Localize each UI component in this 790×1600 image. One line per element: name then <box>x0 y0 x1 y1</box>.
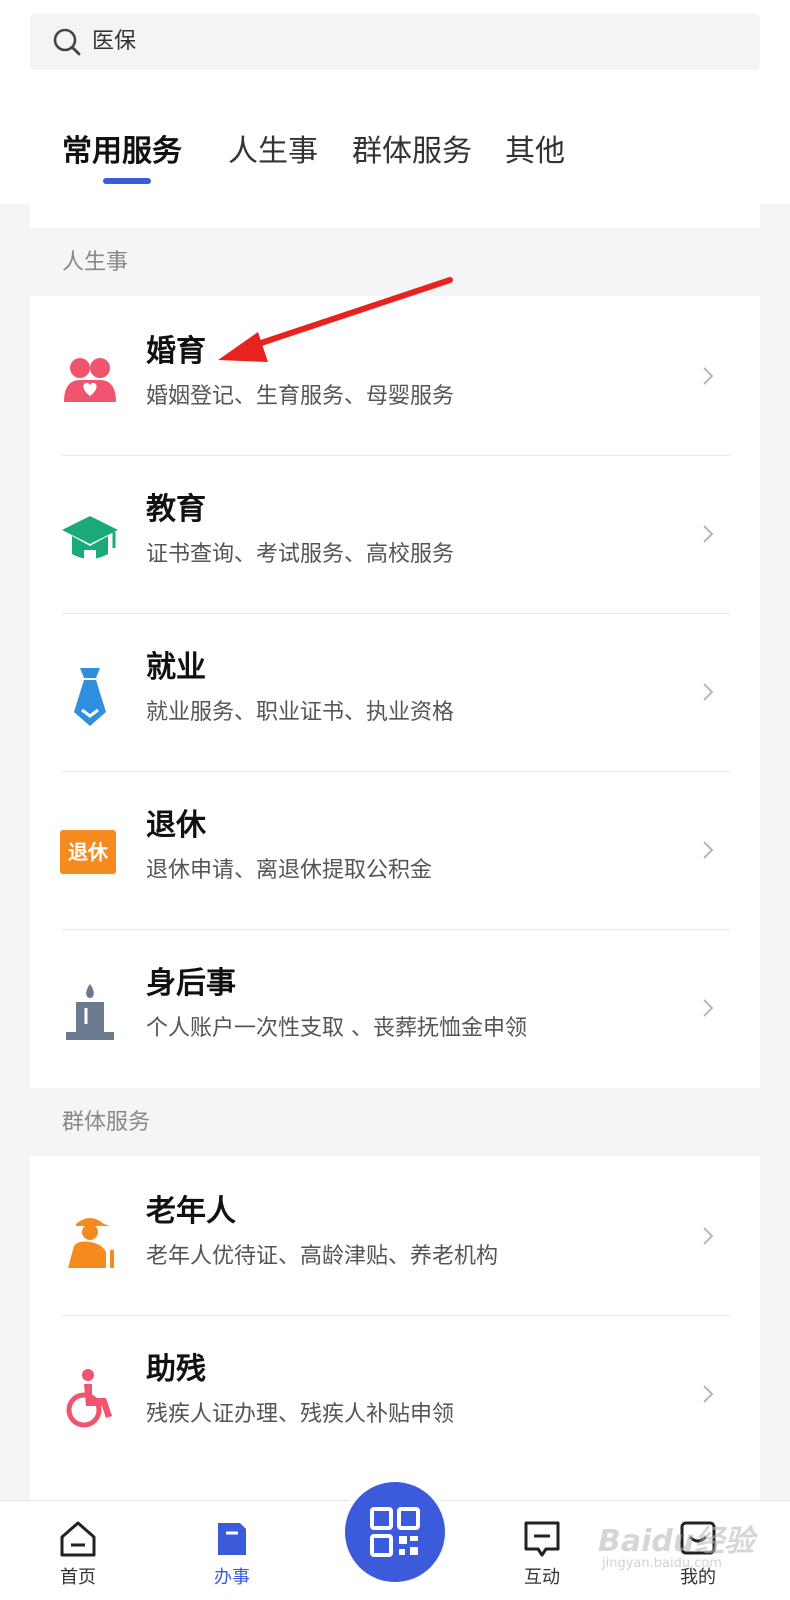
section-header-life-events: 人生事 <box>30 228 760 298</box>
group-services-list: 老年人 老年人优待证、高龄津贴、养老机构 助残 残疾人证办理、残疾人补贴申领 <box>30 1156 760 1500</box>
chevron-right-icon <box>703 525 714 543</box>
life-events-list: 婚育 婚姻登记、生育服务、母婴服务 教育 证书查询、考试服务、高校服务 就业 就… <box>30 296 760 1088</box>
chevron-right-icon <box>703 1385 714 1403</box>
item-title: 就业 <box>146 650 206 685</box>
elderly-icon <box>68 1218 114 1268</box>
tab-active-indicator <box>103 178 151 184</box>
section-header-group-services: 群体服务 <box>30 1088 760 1158</box>
item-title: 助残 <box>146 1352 206 1387</box>
tab-group-services[interactable]: 群体服务 <box>352 132 472 172</box>
list-item-after-death[interactable]: 身后事 个人账户一次性支取 、丧葬抚恤金申领 <box>30 928 760 1088</box>
qr-code-icon <box>370 1507 420 1557</box>
list-item-retirement[interactable]: 退休 退休 退休申请、离退休提取公积金 <box>30 770 760 930</box>
tab-other[interactable]: 其他 <box>505 132 565 172</box>
item-title: 退休 <box>146 808 206 843</box>
chevron-right-icon <box>703 367 714 385</box>
nav-label: 首页 <box>60 1567 96 1588</box>
nav-services[interactable]: 办事 <box>192 1519 272 1599</box>
home-icon <box>60 1521 96 1557</box>
watermark-subtext: jingyan.baidu.com <box>602 1556 722 1571</box>
chevron-right-icon <box>703 1227 714 1245</box>
item-subtitle: 退休申请、离退休提取公积金 <box>146 858 433 883</box>
nav-interaction[interactable]: 互动 <box>502 1519 582 1599</box>
list-item-disability-aid[interactable]: 助残 残疾人证办理、残疾人补贴申领 <box>30 1314 760 1474</box>
item-subtitle: 就业服务、职业证书、执业资格 <box>146 700 455 725</box>
list-item-employment[interactable]: 就业 就业服务、职业证书、执业资格 <box>30 612 760 772</box>
item-subtitle: 个人账户一次性支取 、丧葬抚恤金申领 <box>146 1016 527 1041</box>
tab-common-services[interactable]: 常用服务 <box>62 132 182 172</box>
tab-life-events[interactable]: 人生事 <box>228 132 318 172</box>
list-item-education[interactable]: 教育 证书查询、考试服务、高校服务 <box>30 454 760 614</box>
watermark-text: Baidu经验 <box>598 1524 755 1559</box>
nav-label: 办事 <box>214 1567 250 1588</box>
chevron-right-icon <box>703 999 714 1017</box>
list-item-elderly[interactable]: 老年人 老年人优待证、高龄津贴、养老机构 <box>30 1156 760 1316</box>
item-subtitle: 婚姻登记、生育服务、母婴服务 <box>146 384 455 409</box>
nav-home[interactable]: 首页 <box>38 1519 118 1599</box>
chevron-right-icon <box>703 841 714 859</box>
couple-heart-icon <box>64 358 116 402</box>
search-input[interactable]: 医保 <box>92 28 136 56</box>
item-title: 教育 <box>146 492 206 527</box>
search-bar[interactable]: 医保 <box>30 14 760 70</box>
item-title: 婚育 <box>146 334 206 369</box>
section-title: 群体服务 <box>62 1110 151 1135</box>
qr-scan-button[interactable] <box>345 1482 445 1582</box>
graduation-cap-icon <box>62 516 118 560</box>
search-icon <box>53 28 81 56</box>
retire-badge-icon: 退休 <box>60 830 116 874</box>
section-title: 人生事 <box>62 250 129 275</box>
message-icon <box>524 1521 560 1557</box>
wheelchair-icon <box>66 1369 112 1428</box>
list-item-marriage[interactable]: 婚育 婚姻登记、生育服务、母婴服务 <box>30 296 760 456</box>
item-title: 身后事 <box>146 966 236 1001</box>
retire-badge-text: 退休 <box>68 840 108 864</box>
tab-bar: 常用服务 人生事 群体服务 其他 <box>0 120 790 200</box>
nav-label: 互动 <box>524 1567 560 1588</box>
item-title: 老年人 <box>146 1194 236 1229</box>
item-subtitle: 老年人优待证、高龄津贴、养老机构 <box>146 1244 499 1269</box>
item-subtitle: 残疾人证办理、残疾人补贴申领 <box>146 1402 455 1427</box>
document-icon <box>218 1523 246 1555</box>
candle-icon <box>66 984 114 1040</box>
item-subtitle: 证书查询、考试服务、高校服务 <box>146 542 455 567</box>
chevron-right-icon <box>703 683 714 701</box>
necktie-icon <box>74 668 106 726</box>
